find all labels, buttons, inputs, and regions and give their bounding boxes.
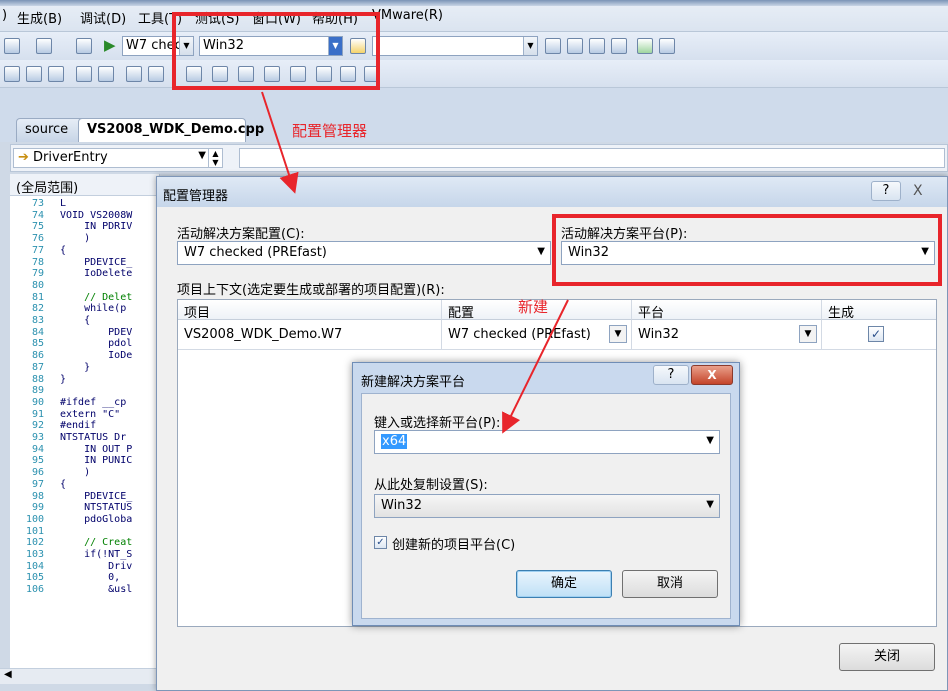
annotation-arrow-new (502, 299, 569, 434)
annotation-arrow-config-manager (261, 91, 299, 194)
annotation-arrows (261, 91, 569, 434)
